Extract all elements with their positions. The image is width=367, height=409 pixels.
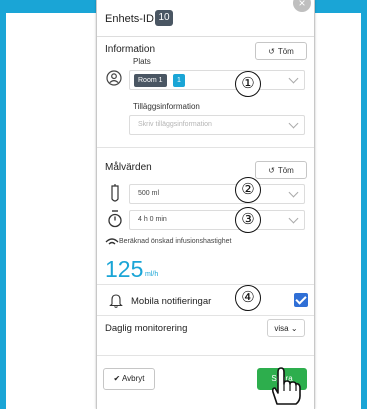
timer-icon [108, 210, 122, 228]
targets-title: Målvärden [105, 162, 152, 173]
daily-monitoring-dropdown[interactable]: visa ⌄ [267, 319, 305, 337]
duration-value: 4 h 0 min [138, 216, 167, 223]
person-icon [106, 70, 122, 86]
information-clear-label: Töm [277, 46, 294, 56]
wireless-signal-icon [105, 238, 119, 245]
targets-clear-button[interactable]: ↺ Töm [255, 161, 307, 179]
cancel-button[interactable]: ✔ Avbryt [103, 368, 155, 390]
device-dialog: Enhets-ID 10 × Information ↺ Töm Plats R… [96, 0, 315, 409]
targets-clear-label: Töm [277, 165, 294, 175]
volume-value: 500 ml [138, 190, 160, 197]
section-divider [97, 284, 314, 285]
section-divider [97, 147, 314, 148]
hand-cursor-icon [271, 367, 301, 405]
extra-info-placeholder: Skriv tilläggsinformation [138, 121, 212, 128]
daily-monitoring-label: Daglig monitorering [105, 323, 188, 334]
daily-monitoring-value: visa [274, 324, 289, 333]
reset-icon: ↺ [268, 46, 275, 56]
annotation-marker-2: ② [235, 177, 261, 203]
extra-info-input[interactable]: Skriv tilläggsinformation [129, 115, 305, 135]
infusion-bag-icon [111, 184, 119, 202]
annotation-marker-4: ④ [235, 285, 261, 311]
room-chip: Room 1 [134, 74, 167, 87]
information-title: Information [105, 44, 156, 55]
chevron-down-icon: ⌄ [290, 324, 298, 333]
device-id-badge: 10 [155, 10, 173, 26]
rate-value: 125 [105, 256, 144, 282]
mobile-notifications-checkbox[interactable] [294, 293, 308, 307]
information-clear-button[interactable]: ↺ Töm [255, 42, 307, 60]
reset-icon: ↺ [268, 165, 275, 175]
plats-select[interactable]: Room 1 1 [129, 70, 305, 90]
cancel-label: Avbryt [121, 374, 145, 383]
chevron-down-icon [288, 187, 299, 198]
rate-unit: ml/h [145, 271, 159, 278]
volume-select[interactable]: 500 ml [129, 184, 305, 204]
rate-label: Beräknad önskad infusionshastighet [119, 238, 232, 245]
close-icon[interactable]: × [293, 0, 311, 12]
dialog-header: Enhets-ID 10 × [97, 0, 314, 37]
chevron-down-icon [288, 213, 299, 224]
chevron-down-icon [288, 118, 299, 129]
mobile-notifications-label: Mobila notifieringar [131, 296, 212, 307]
extra-info-label: Tilläggsinformation [133, 102, 200, 111]
chevron-down-icon [288, 73, 299, 84]
check-icon: ✔ [113, 374, 121, 383]
annotation-marker-3: ③ [235, 207, 261, 233]
plats-label: Plats [133, 57, 151, 66]
dialog-title: Enhets-ID [105, 13, 154, 25]
annotation-marker-1: ① [235, 71, 261, 97]
section-divider [97, 315, 314, 316]
bell-icon [109, 294, 123, 308]
duration-select[interactable]: 4 h 0 min [129, 210, 305, 230]
section-divider [97, 355, 314, 356]
room-number-badge: 1 [173, 74, 185, 87]
